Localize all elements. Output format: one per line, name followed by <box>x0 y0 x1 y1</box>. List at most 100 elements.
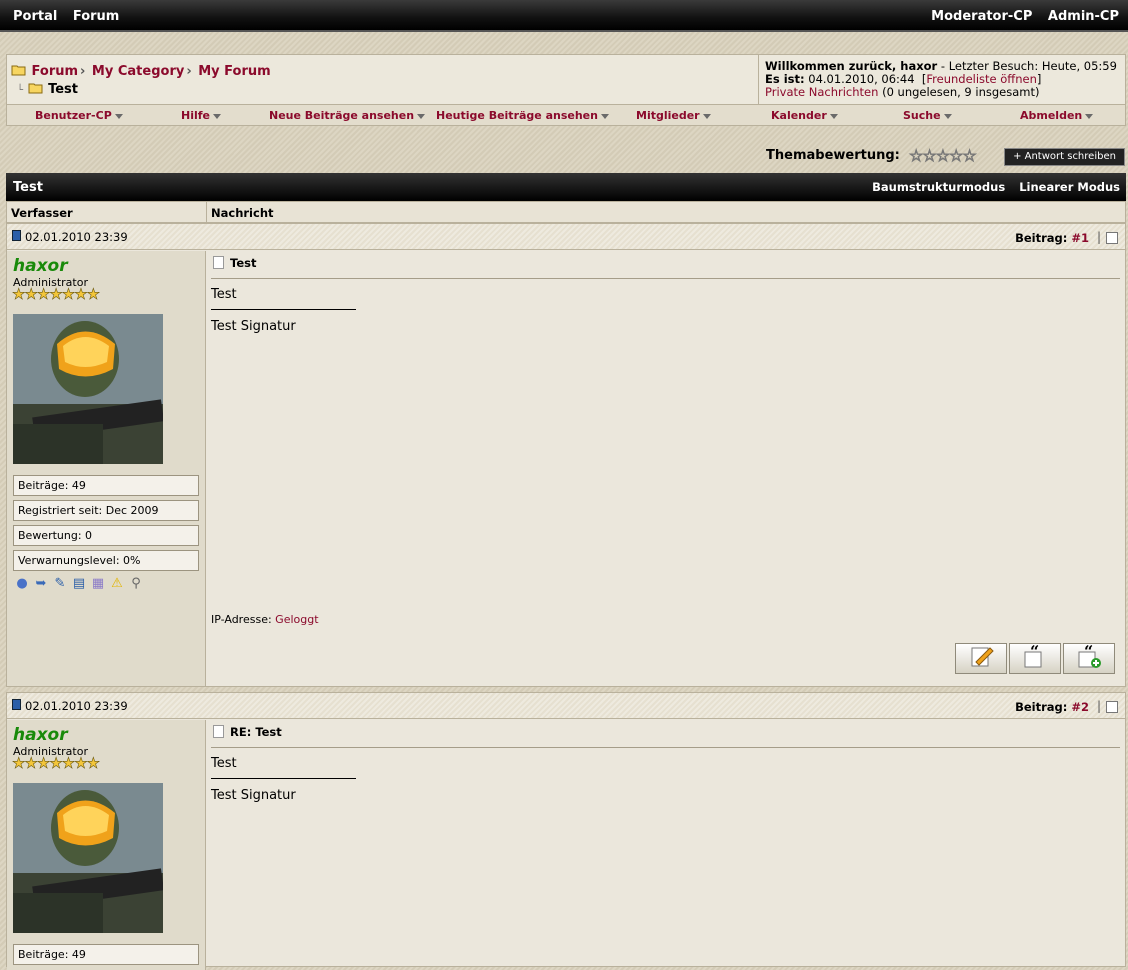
private-messages-link[interactable]: Private Nachrichten <box>765 85 878 99</box>
divider <box>211 747 1120 748</box>
user-info-rating: Bewertung: 0 <box>13 525 199 546</box>
chevron-down-icon <box>114 113 123 119</box>
menu-benutzer-cp[interactable]: Benutzer-CP <box>35 109 123 122</box>
separator: | <box>1096 230 1101 244</box>
menu-abmelden-label: Abmelden <box>1020 109 1083 122</box>
user-actions: ● ➥ ✎ ▤ ▦ ⚠ ⚲ <box>14 576 147 592</box>
current-time: 04.01.2010, 06:44 <box>808 72 915 86</box>
post-date: 02.01.2010 23:39 <box>25 699 128 713</box>
menu-heutige-beitraege[interactable]: Heutige Beiträge ansehen <box>436 109 609 122</box>
username-link[interactable]: haxor <box>13 725 68 745</box>
nav-portal-link[interactable]: Portal <box>13 9 57 24</box>
thread-title: Test <box>13 180 43 195</box>
document-icon <box>213 725 224 738</box>
menu-hilfe-label: Hilfe <box>181 109 210 122</box>
post-content: Test Test Test Signatur IP-Adresse: Gelo… <box>207 251 1125 686</box>
linear-mode-link[interactable]: Linearer Modus <box>1019 180 1120 194</box>
post-header: 02.01.2010 23:39 Beitrag: #2 | <box>7 693 1125 719</box>
tree-mode-link[interactable]: Baumstrukturmodus <box>872 180 1005 194</box>
warning-icon[interactable]: ⚠ <box>109 576 125 592</box>
profile-icon[interactable]: ● <box>14 576 30 592</box>
column-header: Verfasser Nachricht <box>6 201 1126 223</box>
nav-admin-cp-link[interactable]: Admin-CP <box>1048 9 1119 24</box>
document-icon <box>213 256 224 269</box>
ip-address: IP-Adresse: Geloggt <box>211 613 319 626</box>
pm-icon[interactable]: ➥ <box>33 576 49 592</box>
edit-user-icon[interactable]: ✎ <box>52 576 68 592</box>
post-icon <box>12 230 21 241</box>
menu-mitglieder[interactable]: Mitglieder <box>636 109 711 122</box>
edit-post-button[interactable] <box>955 643 1007 674</box>
chevron-down-icon <box>1085 113 1094 119</box>
edit-pencil-icon <box>971 647 994 667</box>
post-number-link[interactable]: #1 <box>1071 231 1089 245</box>
menu-neue-beitraege-label: Neue Beiträge ansehen <box>269 109 415 122</box>
nav-forum-link[interactable]: Forum <box>73 9 120 24</box>
breadcrumb-my-forum[interactable]: My Forum <box>198 64 270 79</box>
es-ist-label: Es ist: <box>765 72 805 86</box>
author-column-header: Verfasser <box>11 206 73 220</box>
post-signature: Test Signatur <box>211 319 296 334</box>
menu-mitglieder-label: Mitglieder <box>636 109 700 122</box>
menu-kalender[interactable]: Kalender <box>771 109 838 122</box>
welcome-panel: Willkommen zurück, haxor - Letzter Besuc… <box>758 55 1126 104</box>
post-header: 02.01.2010 23:39 Beitrag: #1 | <box>7 224 1125 250</box>
post-subject: Test <box>213 256 256 270</box>
delete-icon[interactable]: ▦ <box>90 576 106 592</box>
thread-header: Test Baumstrukturmodus Linearer Modus <box>6 173 1126 201</box>
ip-label: IP-Adresse: <box>211 613 272 626</box>
separator: | <box>1096 699 1101 713</box>
post-number-label: Beitrag: <box>1015 231 1068 245</box>
post-icon <box>12 699 21 710</box>
chevron-down-icon <box>213 113 221 119</box>
search-icon[interactable]: ⚲ <box>128 576 144 592</box>
menu-neue-beitraege[interactable]: Neue Beiträge ansehen <box>269 109 426 122</box>
post-number-label: Beitrag: <box>1015 700 1068 714</box>
breadcrumb-my-category[interactable]: My Category <box>92 64 184 79</box>
pm-status: (0 ungelesen, 9 insgesamt) <box>882 85 1040 99</box>
message-column-header: Nachricht <box>206 202 278 222</box>
quote-button[interactable]: “ <box>1009 642 1061 674</box>
thread-rating-stars[interactable]: ☆☆☆☆☆ <box>909 146 978 166</box>
note-icon[interactable]: ▤ <box>71 576 87 592</box>
nav-moderator-cp-link[interactable]: Moderator-CP <box>931 9 1032 24</box>
breadcrumb-forum[interactable]: Forum <box>32 64 79 79</box>
post: 02.01.2010 23:39 Beitrag: #2 | haxor Adm… <box>6 692 1126 970</box>
post-body: Test <box>211 287 237 302</box>
user-panel: haxor Administrator ★★★★★★★ Beiträge: 49… <box>7 251 206 686</box>
signature-divider <box>211 309 356 310</box>
post-subject-text: RE: Test <box>230 725 282 739</box>
menu-hilfe[interactable]: Hilfe <box>181 109 221 122</box>
menu-suche-label: Suche <box>903 109 941 122</box>
post-select-checkbox[interactable] <box>1106 701 1118 713</box>
chevron-down-icon <box>943 113 952 119</box>
friends-list-link[interactable]: Freundeliste öffnen <box>926 72 1037 86</box>
menu-bar: Benutzer-CP Hilfe Neue Beiträge ansehen … <box>7 104 1125 125</box>
svg-text:“: “ <box>1084 644 1093 661</box>
menu-benutzer-cp-label: Benutzer-CP <box>35 109 112 122</box>
post-select-checkbox[interactable] <box>1106 232 1118 244</box>
post-content: RE: Test Test Test Signatur <box>207 720 1125 970</box>
user-panel: haxor Administrator ★★★★★★★ Beiträge: 49 <box>7 720 206 970</box>
post-number-link[interactable]: #2 <box>1071 700 1089 714</box>
ip-link[interactable]: Geloggt <box>275 613 318 626</box>
welcome-greeting: Willkommen zurück, haxor <box>765 59 938 73</box>
menu-kalender-label: Kalender <box>771 109 827 122</box>
last-visit-text: - Letzter Besuch: Heute, 05:59 <box>940 59 1117 73</box>
multiquote-button[interactable]: “ <box>1063 642 1115 674</box>
menu-suche[interactable]: Suche <box>903 109 952 122</box>
post-date: 02.01.2010 23:39 <box>25 230 128 244</box>
post: 02.01.2010 23:39 Beitrag: #1 | haxor Adm… <box>6 223 1126 687</box>
breadcrumb-current-label: Test <box>48 82 79 97</box>
avatar <box>13 314 163 464</box>
reply-button[interactable]: + Antwort schreiben <box>1004 148 1125 166</box>
top-navbar: Portal Forum Moderator-CP Admin-CP <box>0 0 1128 32</box>
divider <box>211 278 1120 279</box>
post-signature: Test Signatur <box>211 788 296 803</box>
menu-abmelden[interactable]: Abmelden <box>1020 109 1094 122</box>
username-link[interactable]: haxor <box>13 256 68 276</box>
user-info-warnlevel[interactable]: Verwarnungslevel: 0% <box>13 550 199 571</box>
avatar <box>13 783 163 933</box>
breadcrumb: Forum › My Category › My Forum <box>11 64 271 79</box>
signature-divider <box>211 778 356 779</box>
